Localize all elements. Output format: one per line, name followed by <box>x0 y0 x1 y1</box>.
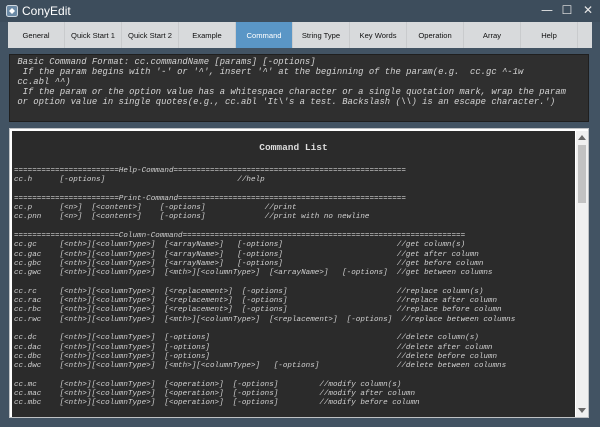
tab-string-type[interactable]: String Type <box>293 22 350 48</box>
tab-example[interactable]: Example <box>179 22 236 48</box>
tab-general[interactable]: General <box>8 22 65 48</box>
tab-quick-start-1[interactable]: Quick Start 1 <box>65 22 122 48</box>
title-bar[interactable]: ConyEdit — ☐ ✕ <box>0 0 600 22</box>
command-format-text: Basic Command Format: cc.commandName [pa… <box>17 57 566 107</box>
window-title: ConyEdit <box>22 4 71 18</box>
arrow-up-icon[interactable] <box>576 131 588 143</box>
command-list-panel: Command List =======================Help… <box>9 128 589 418</box>
tab-operation[interactable]: Operation <box>407 22 464 48</box>
tab-key-words[interactable]: Key Words <box>350 22 407 48</box>
conyedit-app-icon <box>6 5 18 17</box>
app-window: ConyEdit — ☐ ✕ General Quick Start 1 Qui… <box>0 0 600 427</box>
scrollbar-thumb[interactable] <box>578 145 586 203</box>
minimize-button[interactable]: — <box>536 0 558 20</box>
tab-help[interactable]: Help <box>521 22 578 48</box>
command-list-text: =======================Help-Command=====… <box>14 167 516 408</box>
tab-quick-start-2[interactable]: Quick Start 2 <box>122 22 179 48</box>
command-list-view[interactable]: Command List =======================Help… <box>12 131 575 417</box>
tab-bar: General Quick Start 1 Quick Start 2 Exam… <box>8 22 592 48</box>
tab-command[interactable]: Command <box>236 22 293 48</box>
command-list-heading: Command List <box>259 142 328 153</box>
maximize-button[interactable]: ☐ <box>556 0 578 20</box>
tab-array[interactable]: Array <box>464 22 521 48</box>
arrow-down-icon[interactable] <box>576 405 588 417</box>
vertical-scrollbar[interactable] <box>576 131 588 417</box>
command-format-info[interactable]: Basic Command Format: cc.commandName [pa… <box>9 54 589 122</box>
close-button[interactable]: ✕ <box>577 0 599 20</box>
